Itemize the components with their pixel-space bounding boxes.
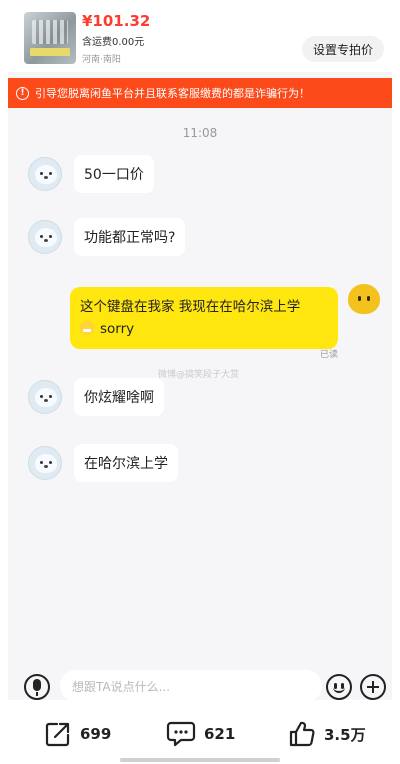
product-price: ¥101.32 xyxy=(82,12,151,30)
product-location: 河南·南阳 xyxy=(82,55,121,65)
thumbs-up-icon xyxy=(289,721,315,747)
plus-icon[interactable] xyxy=(360,674,386,700)
comment-icon xyxy=(166,721,196,747)
like-count: 3.5万 xyxy=(324,725,366,744)
seller-avatar[interactable] xyxy=(28,380,62,414)
keyboard-image xyxy=(32,20,68,44)
warning-text: 引导您脱离闲鱼平台并且联系客服缴费的都是诈骗行为！ xyxy=(35,87,310,100)
product-thumbnail[interactable] xyxy=(24,12,76,64)
read-status: 已读 xyxy=(320,350,339,360)
grimace-emoji-icon xyxy=(80,321,94,335)
my-message-line: 这个键盘在我家 我现在在哈尔滨上学 xyxy=(80,299,301,315)
post-action-bar: 699 621 3.5万 xyxy=(0,712,400,756)
my-message-line: sorry xyxy=(100,321,135,337)
fraud-warning-banner: ! 引导您脱离闲鱼平台并且联系客服缴费的都是诈骗行为！ xyxy=(8,78,392,108)
message-bubble[interactable]: 功能都正常吗? xyxy=(74,218,186,256)
message-bubble[interactable]: 在哈尔滨上学 xyxy=(74,444,178,482)
shipping-fee: 含运费0.00元 xyxy=(82,37,145,48)
comment-button[interactable]: 621 xyxy=(166,720,235,748)
message-input-bar: 想跟TA说点什么... xyxy=(8,660,392,700)
share-icon xyxy=(45,722,70,747)
like-button[interactable]: 3.5万 xyxy=(288,720,366,748)
emoji-icon[interactable] xyxy=(326,674,352,700)
message-timestamp: 11:08 xyxy=(182,126,218,140)
set-special-price-button[interactable]: 设置专拍价 xyxy=(302,36,384,62)
chat-screen: ¥101.32 含运费0.00元 河南·南阳 设置专拍价 ! 引导您脱离闲鱼平台… xyxy=(8,0,392,700)
message-bubble[interactable]: 50一口价 xyxy=(74,155,154,193)
share-count: 699 xyxy=(80,725,112,743)
comment-count: 621 xyxy=(204,725,236,743)
seller-avatar[interactable] xyxy=(28,446,62,480)
microphone-icon[interactable] xyxy=(24,674,50,700)
seller-avatar[interactable] xyxy=(28,220,62,254)
my-avatar[interactable] xyxy=(348,284,380,314)
my-message-bubble[interactable]: 这个键盘在我家 我现在在哈尔滨上学 sorry xyxy=(70,287,338,349)
message-bubble[interactable]: 你炫耀啥啊 xyxy=(74,378,164,416)
exclamation-circle-icon: ! xyxy=(16,86,29,100)
home-indicator[interactable] xyxy=(120,758,280,762)
thumbnail-label xyxy=(30,48,70,56)
weibo-watermark: 微博@搞笑段子大赏 xyxy=(158,370,240,380)
seller-avatar[interactable] xyxy=(28,157,62,191)
product-header[interactable]: ¥101.32 含运费0.00元 河南·南阳 设置专拍价 xyxy=(8,0,392,72)
share-button[interactable]: 699 xyxy=(44,720,111,748)
message-input[interactable]: 想跟TA说点什么... xyxy=(60,670,322,700)
